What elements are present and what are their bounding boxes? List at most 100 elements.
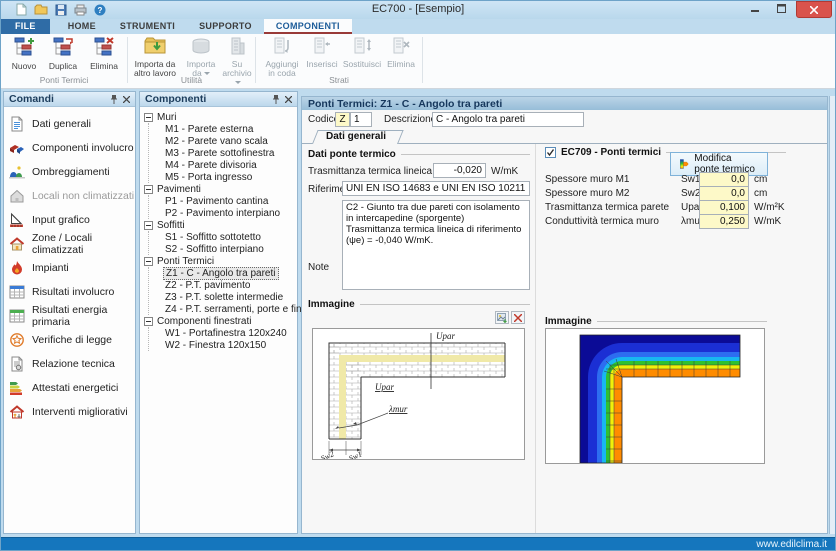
collapse-icon[interactable]: [144, 317, 153, 326]
collapse-icon[interactable]: [144, 257, 153, 266]
right-scroll-strip[interactable]: [829, 96, 836, 534]
tree-item[interactable]: W2 - Finestra 120x150: [163, 339, 297, 351]
tab-supporto[interactable]: SUPPORTO: [187, 19, 264, 34]
seal-icon: [9, 332, 25, 348]
sidebar-item-input-grafico[interactable]: Input grafico: [4, 208, 135, 232]
tree-item[interactable]: Z4 - P.T. serramenti, porte e finestre: [163, 303, 297, 315]
list-append-icon: [262, 36, 302, 58]
sidebar-item-interventi-migliorativi[interactable]: Interventi migliorativi: [4, 400, 135, 424]
ec709-checkbox[interactable]: [545, 147, 556, 158]
sidebar-item-relazione-tecnica[interactable]: Relazione tecnica: [4, 352, 135, 376]
codice-prefix-field[interactable]: [335, 112, 350, 127]
tab-strumenti[interactable]: STRUMENTI: [108, 19, 187, 34]
sidebar-item-verifiche-di-legge[interactable]: Verifiche di legge: [4, 328, 135, 352]
tree-node-ponti-termici[interactable]: Ponti Termici: [144, 255, 297, 267]
inserisci-button: Inserisci: [304, 36, 340, 69]
tree-item[interactable]: M2 - Parete vano scala: [163, 135, 297, 147]
tree-item[interactable]: Z2 - P.T. pavimento: [163, 279, 297, 291]
sidebar-item-dati-generali[interactable]: Dati generali: [4, 112, 135, 136]
nuovo-button[interactable]: Nuovo: [6, 36, 42, 71]
tab-componenti[interactable]: COMPONENTI: [264, 19, 352, 34]
shading-icon: [9, 164, 25, 180]
delete-image-button[interactable]: [511, 311, 525, 324]
list-insert-icon: [304, 36, 340, 58]
elimina-button[interactable]: Elimina: [85, 36, 123, 71]
sw1-field[interactable]: [699, 172, 749, 187]
building-icon: [220, 36, 254, 58]
sidebar-item-risultati-energia-primaria[interactable]: Risultati energia primaria: [4, 304, 135, 328]
edilclima-link[interactable]: www.edilclima.it: [756, 539, 827, 550]
importa-da-altro-lavoro-button[interactable]: Importa da altro lavoro: [131, 36, 179, 78]
tree-item[interactable]: S2 - Soffitto interpiano: [163, 243, 297, 255]
pin-icon[interactable]: [108, 94, 120, 105]
sostituisci-label: Sostituisci: [343, 59, 381, 69]
duplica-label: Duplica: [49, 61, 77, 71]
inserisci-label: Inserisci: [306, 59, 337, 69]
symbol-sw2: Sw2: [681, 188, 700, 199]
tree-node-pavimenti[interactable]: Pavimenti: [144, 183, 297, 195]
sidebar-item-risultati-involucro[interactable]: Risultati involucro: [4, 280, 135, 304]
improvements-icon: [9, 404, 25, 420]
codice-value-field[interactable]: [350, 112, 372, 127]
ribbon: Nuovo Duplica Elimina Ponti Termici Impo…: [1, 34, 835, 89]
note-label: Note: [308, 262, 329, 273]
close-button[interactable]: [796, 1, 832, 18]
tab-file[interactable]: FILE: [1, 19, 50, 34]
title-bar: ? EC700 - [Esempio]: [1, 1, 835, 19]
sidebar-item-attestati-energetici[interactable]: Attestati energetici: [4, 376, 135, 400]
code-row: Codice Descrizione: [302, 112, 827, 128]
components-tree: Muri M1 - Parete esterna M2 - Parete van…: [140, 107, 297, 351]
sidebar-item-ombreggiamenti[interactable]: Ombreggiamenti: [4, 160, 135, 184]
pin-icon[interactable]: [270, 94, 282, 105]
zones-icon: [9, 236, 25, 252]
sidebar-item-componenti-involucro[interactable]: Componenti involucro: [4, 136, 135, 160]
close-panel-icon[interactable]: [120, 94, 132, 105]
tree-item[interactable]: M5 - Porta ingresso: [163, 171, 297, 183]
tree-node-soffitti[interactable]: Soffitti: [144, 219, 297, 231]
descrizione-field[interactable]: [432, 112, 584, 127]
lambda-field[interactable]: [699, 214, 749, 229]
tab-home[interactable]: HOME: [56, 19, 108, 34]
tree-node-muri[interactable]: Muri: [144, 111, 297, 123]
group-label-utilita: Utilità: [128, 75, 255, 85]
report-icon: [9, 356, 25, 372]
tree-delete-icon: [85, 36, 123, 60]
close-panel-icon[interactable]: [282, 94, 294, 105]
tree-item[interactable]: P1 - Pavimento cantina: [163, 195, 297, 207]
diagram-label-upar-mid: Upar: [375, 382, 394, 392]
tab-dati-generali[interactable]: Dati generali: [312, 130, 398, 144]
tree-item[interactable]: M1 - Parete esterna: [163, 123, 297, 135]
tree-item[interactable]: W1 - Portafinestra 120x240: [163, 327, 297, 339]
tree-node-componenti-finestrati[interactable]: Componenti finestrati: [144, 315, 297, 327]
componenti-panel-header: Componenti: [140, 92, 297, 107]
status-bar: www.edilclima.it: [1, 537, 835, 551]
main-panel-header: Ponti Termici: Z1 - C - Angolo tra paret…: [302, 97, 827, 110]
sidebar-item-zone-locali-climatizzati[interactable]: Zone / Locali climatizzati: [4, 232, 135, 256]
componenti-panel: Componenti Muri M1 - Parete esterna M2 -…: [139, 91, 298, 534]
ribbon-group-strati: Aggiungi in coda Inserisci Sostituisci E…: [256, 34, 422, 88]
tree-item[interactable]: Z3 - P.T. solette intermedie: [163, 291, 297, 303]
duplica-button[interactable]: Duplica: [44, 36, 82, 71]
sidebar-item-impianti[interactable]: Impianti: [4, 256, 135, 280]
tree-item[interactable]: S1 - Soffitto sottotetto: [163, 231, 297, 243]
tree-item[interactable]: P2 - Pavimento interpiano: [163, 207, 297, 219]
componenti-title: Componenti: [145, 93, 206, 105]
sw2-field[interactable]: [699, 186, 749, 201]
upar-field[interactable]: [699, 200, 749, 215]
load-image-button[interactable]: [495, 311, 509, 324]
minimize-button[interactable]: [742, 1, 767, 15]
diagram-label-upar-top: Upar: [436, 331, 455, 341]
collapse-icon[interactable]: [144, 221, 153, 230]
collapse-icon[interactable]: [144, 113, 153, 122]
elimina-label: Elimina: [90, 61, 118, 71]
nuovo-label: Nuovo: [12, 61, 37, 71]
tree-item[interactable]: M4 - Parete divisoria: [163, 159, 297, 171]
gray-house-icon: [9, 188, 25, 204]
maximize-button[interactable]: [769, 1, 794, 15]
tree-item-selected[interactable]: Z1 - C - Angolo tra pareti: [163, 267, 297, 279]
tree-item[interactable]: M3 - Parete sottofinestra: [163, 147, 297, 159]
aggiungi-in-coda-button: Aggiungi in coda: [262, 36, 302, 78]
collapse-icon[interactable]: [144, 185, 153, 194]
immagine-group-title: Immagine: [308, 299, 530, 310]
comandi-panel-header: Comandi: [4, 92, 135, 107]
